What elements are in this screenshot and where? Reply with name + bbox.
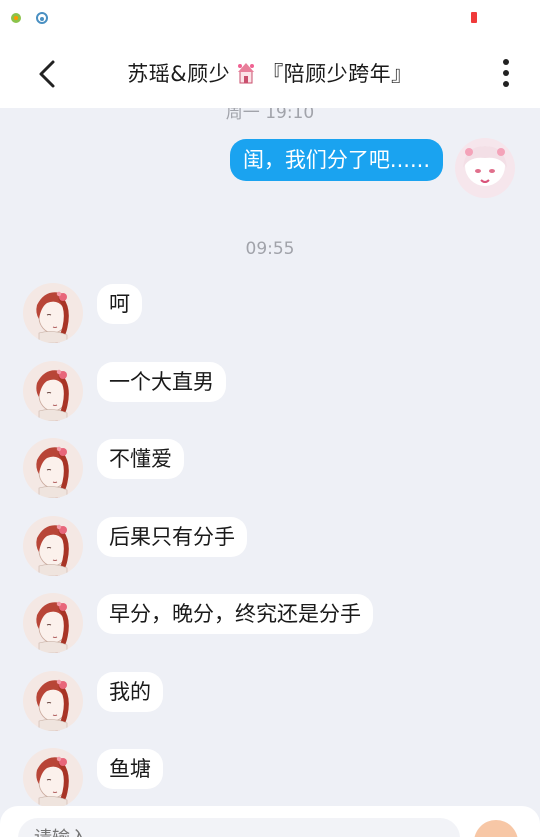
page-title: 苏瑶&顾少 『陪顾少跨年』 xyxy=(127,58,412,88)
avatar-contact[interactable] xyxy=(23,361,83,421)
title-suffix: 『陪顾少跨年』 xyxy=(262,62,413,86)
avatar-image xyxy=(23,438,83,498)
chat-area[interactable]: 周一 19:10 闺，我们分了吧...... 09:55 呵 一个大直男 不懂爱… xyxy=(0,108,540,806)
chat-header: 苏瑶&顾少 『陪顾少跨年』 xyxy=(0,38,540,108)
back-button[interactable] xyxy=(30,57,64,91)
avatar-image xyxy=(455,138,515,198)
incoming-message-bubble[interactable]: 后果只有分手 xyxy=(97,517,247,557)
app-notification-icon xyxy=(11,13,21,23)
more-vertical-icon xyxy=(503,59,509,65)
incoming-message-bubble[interactable]: 我的 xyxy=(97,672,163,712)
status-bar xyxy=(0,0,540,38)
incoming-message-bubble[interactable]: 不懂爱 xyxy=(97,439,184,479)
avatar-image xyxy=(23,748,83,806)
chevron-left-icon xyxy=(39,60,55,88)
avatar-image xyxy=(23,361,83,421)
avatar-image xyxy=(23,516,83,576)
avatar-image xyxy=(23,671,83,731)
outgoing-message-bubble[interactable]: 闺，我们分了吧...... xyxy=(229,139,443,181)
avatar-image xyxy=(23,283,83,343)
battery-icon xyxy=(471,12,477,23)
avatar-image xyxy=(23,593,83,653)
avatar-contact[interactable] xyxy=(23,283,83,343)
avatar-contact[interactable] xyxy=(23,748,83,806)
incoming-message-bubble[interactable]: 早分，晚分，终究还是分手 xyxy=(97,594,373,634)
message-input[interactable] xyxy=(18,818,460,837)
app-notification-icon-2 xyxy=(36,12,48,24)
emoji-button[interactable] xyxy=(474,820,518,837)
incoming-message-bubble[interactable]: 呵 xyxy=(97,284,142,324)
avatar-contact[interactable] xyxy=(23,593,83,653)
incoming-message-bubble[interactable]: 一个大直男 xyxy=(97,362,226,402)
title-prefix: 苏瑶&顾少 xyxy=(127,62,231,86)
input-bar xyxy=(0,806,540,837)
avatar-contact[interactable] xyxy=(23,671,83,731)
chapel-icon xyxy=(238,63,255,84)
more-options-button[interactable] xyxy=(494,56,518,90)
incoming-message-bubble[interactable]: 鱼塘 xyxy=(97,749,163,789)
timestamp: 09:55 xyxy=(245,239,295,259)
avatar-self[interactable] xyxy=(455,138,515,198)
avatar-contact[interactable] xyxy=(23,516,83,576)
timestamp: 周一 19:10 xyxy=(225,108,315,123)
avatar-contact[interactable] xyxy=(23,438,83,498)
